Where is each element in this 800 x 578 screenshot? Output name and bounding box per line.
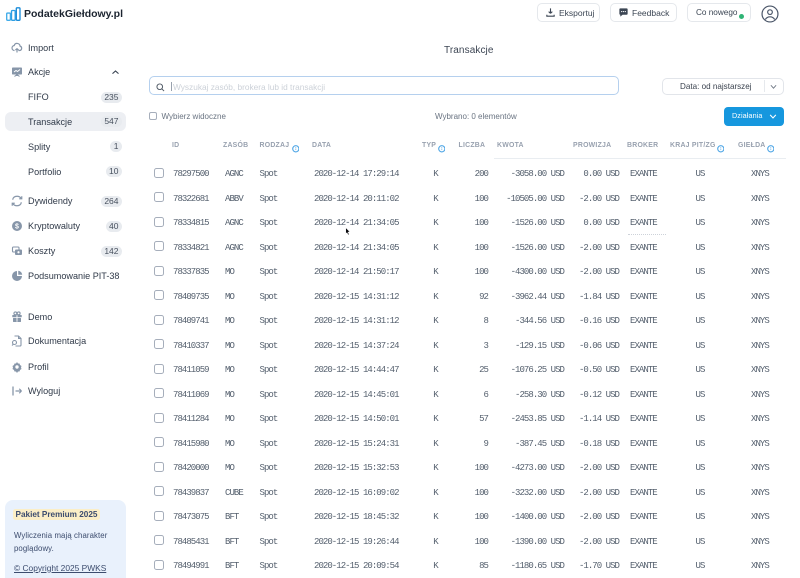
svg-text:$: $ <box>15 224 19 231</box>
